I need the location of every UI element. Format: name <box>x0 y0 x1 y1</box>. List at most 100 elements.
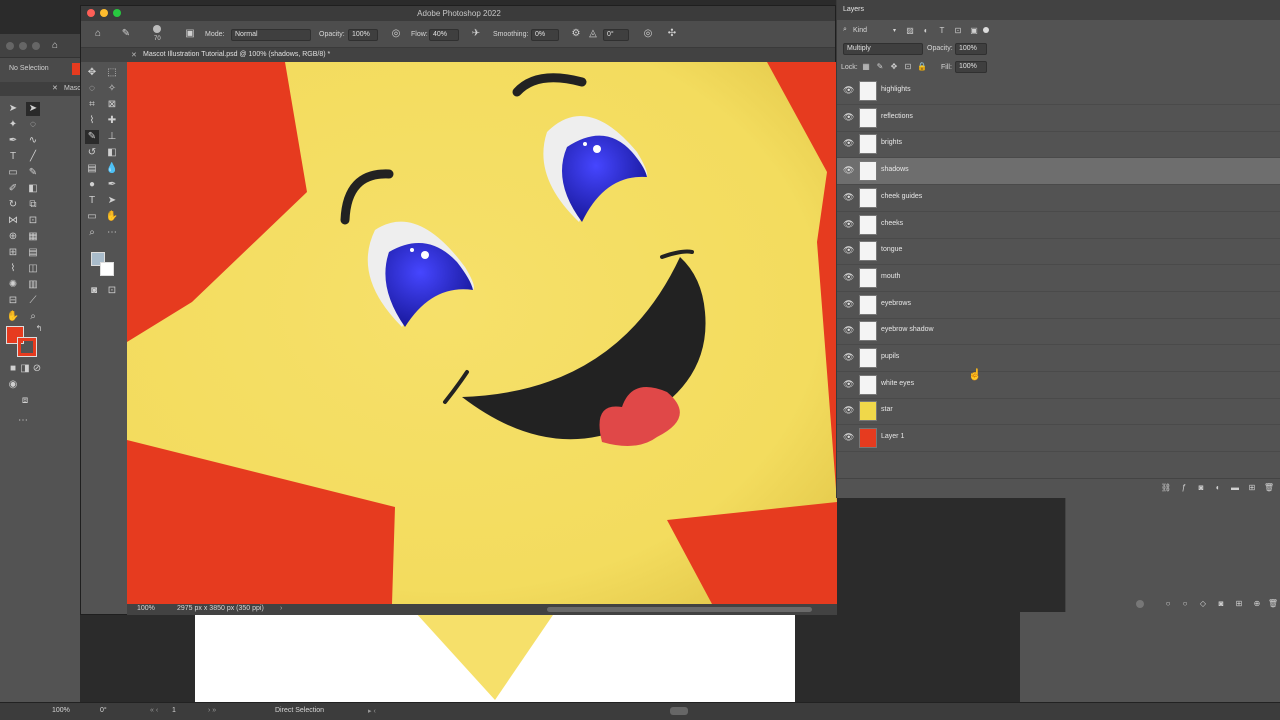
visibility-eye-icon[interactable]: 👁 <box>843 432 854 442</box>
paintbrush-icon[interactable]: ✎ <box>26 166 40 180</box>
document-canvas[interactable] <box>127 62 837 604</box>
smoothing-settings-icon[interactable]: ⚙ <box>569 27 583 41</box>
move-tool-icon[interactable]: ✥ <box>85 66 99 80</box>
layer-row[interactable]: 👁 reflections <box>837 105 1280 132</box>
layer-row[interactable]: 👁 eyebrow shadow <box>837 318 1280 346</box>
lock-pixels-icon[interactable]: ✎ <box>873 60 887 74</box>
blend-icon[interactable]: ◫ <box>26 262 40 276</box>
layer-thumbnail[interactable] <box>859 134 877 155</box>
swap-colors-icon[interactable]: ↰ <box>32 322 46 336</box>
layer-name[interactable]: brights <box>881 139 902 146</box>
layer-name[interactable]: eyebrow shadow <box>881 326 934 333</box>
visibility-eye-icon[interactable]: 👁 <box>843 165 854 175</box>
layer-thumbnail[interactable] <box>859 107 877 128</box>
healing-tool-icon[interactable]: ✚ <box>105 114 119 128</box>
visibility-eye-icon[interactable]: 👁 <box>843 352 854 362</box>
filter-pixel-icon[interactable]: ▨ <box>903 24 917 38</box>
horizontal-scrollbar[interactable] <box>547 607 812 612</box>
airbrush-icon[interactable]: ✈ <box>469 27 483 41</box>
trash-icon[interactable]: 🗑 <box>1266 597 1280 611</box>
layer-name[interactable]: eyebrows <box>881 300 911 307</box>
visibility-eye-icon[interactable]: 👁 <box>843 112 854 122</box>
fx-icon[interactable]: ƒ <box>1177 481 1191 495</box>
pressure-size-icon[interactable]: ◎ <box>641 27 655 41</box>
layer-thumbnail[interactable] <box>859 214 877 235</box>
tab-close-icon[interactable]: ✕ <box>52 84 58 92</box>
layer-name[interactable]: white eyes <box>881 380 914 387</box>
layer-row[interactable]: 👁 star <box>837 398 1280 426</box>
brush-settings-icon[interactable]: ▣ <box>183 27 197 41</box>
layer-name[interactable]: tongue <box>881 246 902 253</box>
free-transform-icon[interactable]: ⊡ <box>26 214 40 228</box>
status-zoom[interactable]: 100% <box>137 605 155 612</box>
scale-icon[interactable]: ⧉ <box>26 198 40 212</box>
status-arrow-icon[interactable]: ▸ ‹ <box>368 707 376 715</box>
visibility-eye-icon[interactable]: 👁 <box>843 85 854 95</box>
none-mode-icon[interactable]: ⊘ <box>30 362 44 376</box>
ai-angle-field[interactable]: 0° <box>100 707 107 714</box>
visibility-eye-icon[interactable]: 👁 <box>843 299 854 309</box>
more-tools-icon[interactable]: ⋯ <box>105 226 119 240</box>
history-brush-icon[interactable]: ↺ <box>85 146 99 160</box>
panel-dot-icon[interactable] <box>1136 600 1144 608</box>
layer-name[interactable]: pupils <box>881 353 899 360</box>
brush-tool-icon[interactable]: ✎ <box>119 27 133 41</box>
circle-outline-icon-2[interactable]: ○ <box>1178 597 1192 611</box>
shape-builder-icon[interactable]: ⊕ <box>6 230 20 244</box>
draw-mode-icon[interactable]: ◉ <box>6 378 20 392</box>
screen-mode-icon[interactable]: ⧈ <box>18 394 32 408</box>
lock-position-icon[interactable]: ✥ <box>887 60 901 74</box>
visibility-eye-icon[interactable]: 👁 <box>843 219 854 229</box>
stamp-tool-icon[interactable]: ⊥ <box>105 130 119 144</box>
rectangle-tool-icon[interactable]: ▭ <box>6 166 20 180</box>
type-tool-icon[interactable]: T <box>85 194 99 208</box>
filter-toggle-icon[interactable] <box>983 27 989 33</box>
curvature-icon[interactable]: ∿ <box>26 134 40 148</box>
layer-name[interactable]: highlights <box>881 86 911 93</box>
layer-name[interactable]: Layer 1 <box>881 433 904 440</box>
gradient-tool-icon[interactable]: ▤ <box>85 162 99 176</box>
quick-mask-icon[interactable]: ◙ <box>87 284 101 298</box>
fill-field[interactable]: 100% <box>955 61 987 73</box>
layer-thumbnail[interactable] <box>859 321 877 342</box>
dodge-tool-icon[interactable]: ● <box>85 178 99 192</box>
fill-swatch[interactable] <box>72 63 80 75</box>
layer-thumbnail[interactable] <box>859 241 877 262</box>
path-select-icon[interactable]: ➤ <box>105 194 119 208</box>
direct-selection-tool-icon[interactable]: ➤ <box>26 102 40 116</box>
new-layer-icon[interactable]: ⊕ <box>1250 597 1264 611</box>
symmetry-icon[interactable]: ✣ <box>665 27 679 41</box>
rotate-icon[interactable]: ↻ <box>6 198 20 212</box>
symbol-sprayer-icon[interactable]: ✺ <box>6 278 20 292</box>
stroke-color-swatch[interactable] <box>17 337 37 357</box>
home-icon[interactable]: ⌂ <box>91 27 105 41</box>
layer-opacity-field[interactable]: 100% <box>955 43 987 55</box>
filter-adjustment-icon[interactable]: ◐ <box>919 24 933 38</box>
layers-tab[interactable]: Layers <box>843 6 864 13</box>
adjustment-layer-icon[interactable]: ◐ <box>1211 481 1225 495</box>
layer-thumbnail[interactable] <box>859 161 877 182</box>
angle-icon[interactable]: ◬ <box>586 27 600 41</box>
more-tools-icon[interactable]: ⋯ <box>16 414 30 428</box>
crop-tool-icon[interactable]: ⌗ <box>85 98 99 112</box>
marquee-tool-icon[interactable]: ⬚ <box>105 66 119 80</box>
layer-row[interactable]: 👁 Layer 1 <box>837 425 1280 453</box>
layer-thumbnail[interactable] <box>859 267 877 288</box>
zoom-tool-icon[interactable]: ⌕ <box>85 226 99 240</box>
group-icon[interactable]: ▬ <box>1228 481 1242 495</box>
perspective-icon[interactable]: ▦ <box>26 230 40 244</box>
smoothing-field[interactable]: 0% <box>531 29 559 41</box>
pressure-opacity-icon[interactable]: ◎ <box>389 27 403 41</box>
lock-artboard-icon[interactable]: ⊡ <box>901 60 915 74</box>
lasso-tool-icon[interactable]: ◌ <box>85 82 99 96</box>
layer-name[interactable]: reflections <box>881 113 913 120</box>
visibility-eye-icon[interactable]: 👁 <box>843 325 854 335</box>
layer-name[interactable]: cheeks <box>881 220 903 227</box>
layer-row[interactable]: 👁 brights <box>837 131 1280 159</box>
screen-mode-icon[interactable]: ⊡ <box>105 284 119 298</box>
layer-row[interactable]: 👁 tongue <box>837 238 1280 266</box>
quick-select-icon[interactable]: ✧ <box>105 82 119 96</box>
pen-tool-icon[interactable]: ✒ <box>105 178 119 192</box>
status-arrow-icon[interactable]: › <box>280 605 282 612</box>
trash-icon[interactable]: 🗑 <box>1262 481 1276 495</box>
